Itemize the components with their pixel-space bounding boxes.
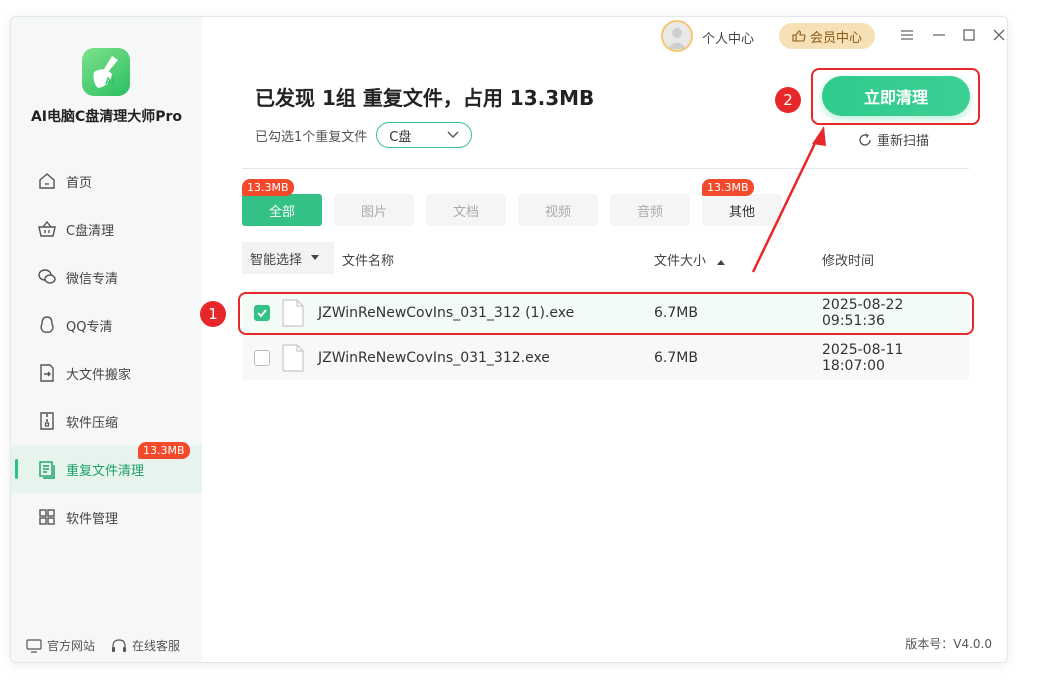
file-size: 6.7MB [654, 349, 698, 366]
sidebar-item-label: 首页 [66, 175, 93, 191]
sort-ascending-icon [717, 260, 726, 265]
tab-label: 音频 [636, 204, 663, 220]
duplicate-file-icon [39, 461, 55, 479]
rescan-button[interactable]: 重新扫描 [858, 130, 929, 149]
sidebar-item-label: 微信专清 [66, 271, 119, 287]
table-row[interactable]: JZWinReNewCovIns_031_312.exe 6.7MB 2025-… [242, 335, 969, 380]
compress-icon [40, 412, 54, 430]
svg-text:AI: AI [105, 76, 114, 86]
column-header-time: 修改时间 [822, 254, 875, 269]
sidebar-item-qq-clean[interactable]: QQ专清 [11, 301, 202, 349]
column-header-name: 文件名称 [342, 254, 395, 269]
monitor-icon [26, 638, 42, 653]
sidebar-item-wechat-clean[interactable]: 微信专清 [11, 253, 202, 301]
menu-icon[interactable] [899, 27, 915, 43]
sidebar-item-software-compress[interactable]: 软件压缩 [11, 397, 202, 445]
apps-icon [39, 509, 55, 525]
drive-select[interactable]: C盘 [376, 122, 473, 148]
app-name: AI电脑C盘清理大师Pro [30, 109, 183, 125]
vip-center-button[interactable]: 会员中心 [779, 23, 875, 49]
tab-label: 其他 [728, 204, 755, 220]
sidebar-nav: 首页 C盘清理 微信专清 QQ专清 大文件搬家 软件压缩 重复文件清理 13.3… [11, 157, 202, 541]
annotation-box-step2 [811, 68, 980, 125]
sidebar-item-label: 软件管理 [66, 511, 119, 527]
user-center-link[interactable]: 个人中心 [702, 28, 754, 47]
row-checkbox[interactable] [254, 349, 270, 366]
home-icon [39, 173, 55, 189]
official-website-label: 官方网站 [47, 639, 96, 653]
page-title: 已发现 1组 重复文件，占用 13.3MB [255, 86, 595, 110]
column-header-size-label: 文件大小 [654, 254, 707, 269]
selected-count-label: 已勾选1个重复文件 [255, 129, 368, 145]
sidebar-item-home[interactable]: 首页 [11, 157, 202, 205]
qq-icon [40, 316, 54, 333]
drive-select-value: C盘 [389, 129, 412, 145]
tab-label: 全部 [268, 204, 295, 220]
app-logo: AI [82, 48, 130, 96]
sidebar-item-software-manage[interactable]: 软件管理 [11, 493, 202, 541]
wechat-icon [38, 269, 56, 284]
minimize-icon[interactable] [931, 27, 947, 43]
version-label: 版本号：V4.0.0 [905, 637, 992, 651]
smart-select-dropdown[interactable]: 智能选择 [242, 242, 334, 274]
sidebar-item-c-drive-clean[interactable]: C盘清理 [11, 205, 202, 253]
file-name: JZWinReNewCovIns_031_312.exe [318, 349, 550, 366]
thumbs-up-icon [792, 30, 806, 42]
tab-label: 文档 [452, 204, 479, 220]
tab-label: 图片 [360, 204, 387, 220]
official-website-link[interactable]: 官方网站 [26, 637, 95, 654]
sidebar-item-label: 软件压缩 [66, 415, 119, 431]
annotation-number-step1: 1 [200, 301, 226, 327]
selection-summary: 已勾选1个重复文件 C盘 [255, 122, 473, 148]
sidebar-footer: 官方网站 在线客服 [26, 637, 196, 654]
tab-audio[interactable]: 音频 [610, 194, 690, 226]
tab-documents[interactable]: 文档 [426, 194, 506, 226]
smart-select-label: 智能选择 [250, 252, 303, 268]
online-support-label: 在线客服 [132, 639, 181, 653]
filter-tabs: 13.3MB 全部 图片 文档 视频 音频 13.3MB 其他 [242, 179, 794, 226]
sidebar-item-label: 重复文件清理 [66, 463, 145, 479]
sidebar-item-large-file-move[interactable]: 大文件搬家 [11, 349, 202, 397]
divider [242, 168, 969, 169]
tab-images[interactable]: 图片 [334, 194, 414, 226]
annotation-box-step1 [238, 292, 974, 335]
headset-icon [112, 638, 127, 652]
table-header: 智能选择 文件名称 文件大小 修改时间 [242, 242, 969, 274]
sidebar: AI AI电脑C盘清理大师Pro 首页 C盘清理 微信专清 QQ专清 大文件搬家… [11, 17, 202, 662]
sidebar-item-label: C盘清理 [66, 223, 115, 239]
sidebar-item-duplicate-clean[interactable]: 重复文件清理 13.3MB [11, 442, 202, 493]
main-panel: 已发现 1组 重复文件，占用 13.3MB 已勾选1个重复文件 C盘 立即清理 … [202, 57, 1007, 662]
size-badge: 13.3MB [242, 179, 294, 196]
tab-other[interactable]: 13.3MB 其他 [702, 179, 782, 226]
close-icon[interactable] [991, 27, 1007, 43]
online-support-link[interactable]: 在线客服 [111, 637, 180, 654]
avatar[interactable] [661, 20, 693, 52]
titlebar: 个人中心 会员中心 [202, 17, 1007, 57]
annotation-number-step2: 2 [775, 87, 801, 113]
file-modified-time: 2025-08-11 18:07:00 [822, 341, 904, 374]
size-badge: 13.3MB [702, 179, 754, 196]
rescan-label: 重新扫描 [877, 134, 930, 149]
tab-label: 视频 [544, 204, 571, 220]
move-file-icon [40, 364, 54, 382]
basket-icon [38, 220, 56, 237]
column-header-size[interactable]: 文件大小 [654, 250, 726, 269]
size-badge: 13.3MB [138, 442, 190, 459]
chevron-down-icon [447, 131, 459, 138]
file-icon [282, 344, 304, 372]
vip-center-label: 会员中心 [809, 30, 862, 46]
tab-all[interactable]: 13.3MB 全部 [242, 179, 322, 226]
sidebar-item-label: 大文件搬家 [66, 367, 132, 383]
sidebar-item-label: QQ专清 [66, 319, 113, 335]
maximize-icon[interactable] [961, 27, 977, 43]
tab-videos[interactable]: 视频 [518, 194, 598, 226]
caret-down-icon [311, 255, 320, 260]
refresh-icon [859, 132, 871, 146]
user-icon [667, 28, 687, 49]
